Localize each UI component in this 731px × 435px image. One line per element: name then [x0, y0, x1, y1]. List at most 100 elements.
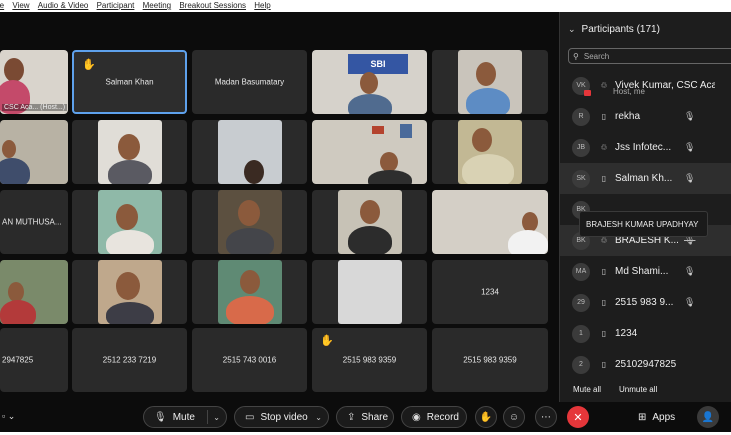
- participant-video: [218, 260, 282, 324]
- video-tile[interactable]: 2515 983 9359: [432, 328, 548, 392]
- chevron-down-icon[interactable]: ⌄: [568, 24, 576, 35]
- layout-chevron-icon[interactable]: ▫ ⌄: [2, 411, 15, 422]
- video-tile[interactable]: [0, 260, 68, 324]
- participant-row[interactable]: JB ♲ Jss Infotec... 🎙: [560, 132, 731, 163]
- raised-hand-icon: ✋: [82, 59, 96, 71]
- record-button[interactable]: ◉ Record: [401, 406, 467, 428]
- participants-title: Participants (171): [581, 23, 660, 35]
- microphone-icon[interactable]: 🎙: [684, 142, 695, 153]
- apps-icon: ⊞: [638, 411, 647, 423]
- participant-row[interactable]: R ▯ rekha 🎙: [560, 101, 731, 132]
- participant-video: [98, 190, 162, 254]
- video-tile[interactable]: [72, 190, 187, 254]
- video-tile-salman[interactable]: ✋ Salman Khan: [72, 50, 187, 114]
- menu-item-help[interactable]: Help: [254, 1, 270, 10]
- video-tile[interactable]: SBI: [312, 50, 427, 114]
- participant-video: [218, 120, 282, 184]
- recording-badge-icon: [584, 89, 591, 96]
- video-tile[interactable]: [312, 120, 427, 184]
- video-tile[interactable]: AN MUTHUSA...: [0, 190, 68, 254]
- share-label: Share: [361, 411, 389, 423]
- video-tile[interactable]: [432, 50, 548, 114]
- mute-button[interactable]: 🎙 Mute ⌄: [143, 406, 227, 428]
- video-tile[interactable]: [312, 190, 427, 254]
- tile-name-label: 2515 743 0016: [222, 355, 277, 365]
- stop-video-label: Stop video: [260, 411, 308, 423]
- participant-row[interactable]: 29 ▯ 2515 983 9... 🎙: [560, 287, 731, 318]
- tile-name-label: 2512 233 7219: [102, 355, 157, 365]
- video-tile-madan[interactable]: Madan Basumatary: [192, 50, 307, 114]
- video-tile[interactable]: [432, 120, 548, 184]
- menu-item-view[interactable]: View: [12, 1, 29, 10]
- mute-all-button[interactable]: Mute all: [573, 385, 601, 394]
- menu-item-share[interactable]: re: [0, 1, 4, 10]
- video-tile[interactable]: [192, 190, 307, 254]
- more-options-icon[interactable]: ⋯: [535, 406, 557, 428]
- video-tile[interactable]: [0, 120, 68, 184]
- avatar: 2: [572, 355, 590, 374]
- avatar: 1: [572, 324, 590, 343]
- phone-icon: ▯: [601, 298, 607, 307]
- avatar: MA: [572, 262, 590, 281]
- microphone-icon[interactable]: 🎙: [684, 297, 695, 308]
- apps-label: Apps: [652, 411, 676, 423]
- video-tile[interactable]: ✋ 2515 983 9359: [312, 328, 427, 392]
- video-tile[interactable]: [72, 120, 187, 184]
- meeting-toolbar: ▫ ⌄ 🎙 Mute ⌄ ▭ Stop video ⌄ ⇪ Share ◉ Re…: [0, 402, 731, 432]
- headset-icon: ♲: [600, 143, 608, 152]
- participants-header[interactable]: ⌄ Participants (171): [560, 12, 731, 46]
- mute-label: Mute: [172, 411, 195, 423]
- leave-meeting-button[interactable]: ✕: [567, 406, 589, 428]
- raise-hand-icon[interactable]: ✋: [475, 406, 497, 428]
- participant-row[interactable]: 1 ▯ 1234: [560, 318, 731, 349]
- video-tile[interactable]: [432, 190, 548, 254]
- stop-video-button[interactable]: ▭ Stop video ⌄: [234, 406, 329, 428]
- microphone-icon[interactable]: 🎙: [684, 173, 695, 184]
- tile-name-label: AN MUTHUSA...: [2, 217, 62, 227]
- microphone-icon[interactable]: 🎙: [684, 111, 695, 122]
- video-tile[interactable]: 2512 233 7219: [72, 328, 187, 392]
- participant-video: [338, 190, 402, 254]
- participant-row[interactable]: VK ♲ Vivek Kumar, CSC Aca... Host, me: [560, 70, 731, 101]
- avatar: VK: [572, 76, 591, 96]
- tile-name-label: Salman Khan: [105, 77, 154, 87]
- avatar: 29: [572, 293, 590, 312]
- menu-item-audio-video[interactable]: Audio & Video: [38, 1, 89, 10]
- share-button[interactable]: ⇪ Share: [336, 406, 394, 428]
- participants-search-input[interactable]: ⚲ Search: [568, 48, 731, 64]
- menu-bar: re View Audio & Video Participant Meetin…: [0, 0, 731, 12]
- participant-video: [312, 120, 427, 184]
- participant-name: Md Shami...: [615, 266, 669, 277]
- participant-name: Salman Kh...: [615, 173, 673, 184]
- tile-name-label: 2515 983 9359: [463, 355, 517, 365]
- video-tile-host[interactable]: CSC Aca... (Host...): [0, 50, 68, 114]
- avatar: R: [572, 107, 590, 126]
- video-tile[interactable]: 2947825: [0, 328, 68, 392]
- tile-name-label: CSC Aca... (Host...): [2, 104, 68, 111]
- unmute-all-button[interactable]: Unmute all: [619, 385, 657, 394]
- menu-item-meeting[interactable]: Meeting: [143, 1, 171, 10]
- menu-item-participant[interactable]: Participant: [97, 1, 135, 10]
- video-tile-1234[interactable]: 1234: [432, 260, 548, 324]
- phone-icon: ▯: [601, 174, 607, 183]
- participant-row[interactable]: SK ▯ Salman Kh... 🎙: [560, 163, 731, 194]
- video-tile[interactable]: [312, 260, 427, 324]
- reactions-icon[interactable]: ☺: [503, 406, 525, 428]
- participant-video: SBI: [312, 50, 427, 114]
- tile-name-label: Madan Basumatary: [214, 77, 285, 87]
- apps-button[interactable]: ⊞ Apps: [638, 406, 675, 428]
- video-tile[interactable]: [72, 260, 187, 324]
- video-tile[interactable]: [192, 120, 307, 184]
- profile-icon[interactable]: 👤: [697, 406, 719, 428]
- video-tile[interactable]: 2515 743 0016: [192, 328, 307, 392]
- participants-footer: Mute all Unmute all: [560, 376, 731, 402]
- menu-item-breakout[interactable]: Breakout Sessions: [179, 1, 246, 10]
- chevron-down-icon[interactable]: ⌄: [213, 413, 220, 422]
- video-tile[interactable]: [192, 260, 307, 324]
- microphone-icon[interactable]: 🎙: [684, 266, 695, 277]
- tile-name-label: 2947825: [2, 355, 34, 365]
- record-label: Record: [426, 411, 459, 423]
- sbi-sign: SBI: [348, 54, 408, 74]
- participant-row[interactable]: MA ▯ Md Shami... 🎙: [560, 256, 731, 287]
- chevron-down-icon[interactable]: ⌄: [315, 413, 322, 422]
